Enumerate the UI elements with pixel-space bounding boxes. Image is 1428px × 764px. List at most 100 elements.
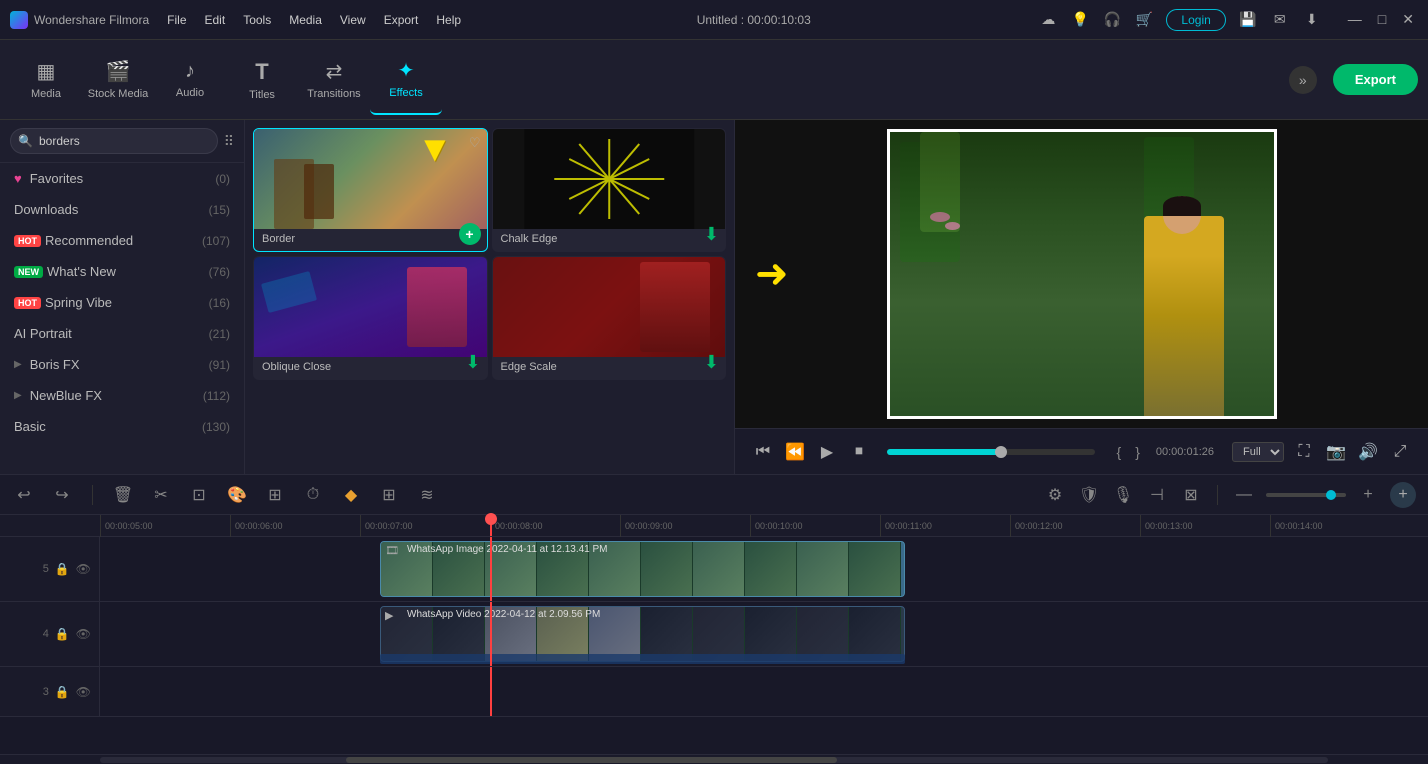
tool-transitions[interactable]: ⇄ Transitions [298, 45, 370, 115]
tool-effects[interactable]: ✦ Effects [370, 45, 442, 115]
in-point-icon[interactable]: { [1117, 444, 1122, 460]
skip-back-button[interactable]: ⏮ [751, 440, 775, 464]
timer-button[interactable]: ⏱ [301, 483, 325, 507]
effect-card-edge-scale[interactable]: Edge Scale ⬇ [492, 256, 727, 380]
overlay2-button[interactable]: ⊠ [1179, 483, 1203, 507]
shield-icon[interactable]: 🛡 [1077, 483, 1101, 507]
download-effect-button-oblique[interactable]: ⬇ [465, 352, 480, 373]
zoom-out-button[interactable]: — [1232, 483, 1256, 507]
menu-export[interactable]: Export [376, 9, 427, 31]
split-button[interactable]: ⊣ [1145, 483, 1169, 507]
effect-thumb-border [254, 129, 487, 229]
grid-view-icon[interactable]: ⠿ [224, 133, 234, 150]
keyframe-button[interactable]: ◆ [339, 483, 363, 507]
play-button[interactable]: ▶ [815, 440, 839, 464]
sidebar-item-newblue-fx[interactable]: ▶ NewBlue FX (112) [0, 380, 244, 411]
zoom-knob[interactable] [1326, 490, 1336, 500]
download-effect-button-chalk[interactable]: ⬇ [704, 224, 719, 245]
login-button[interactable]: Login [1166, 9, 1225, 31]
scrollbar-track[interactable] [100, 757, 1328, 763]
volume-icon[interactable]: 🔊 [1356, 440, 1380, 464]
headset-icon[interactable]: 🎧 [1102, 10, 1122, 30]
sidebar-item-favorites[interactable]: ♥ Favorites (0) [0, 163, 244, 194]
quality-select[interactable]: Full 1/2 1/4 [1232, 442, 1284, 462]
sidebar-item-basic[interactable]: Basic (130) [0, 411, 244, 442]
track-eye-5[interactable]: 👁 [76, 562, 91, 576]
track-eye-4[interactable]: 👁 [76, 627, 91, 641]
cart-icon[interactable]: 🛒 [1134, 10, 1154, 30]
zoom-in-button[interactable]: + [1356, 483, 1380, 507]
out-point-icon[interactable]: } [1135, 444, 1140, 460]
sidebar-item-spring-vibe[interactable]: HOT Spring Vibe (16) [0, 287, 244, 318]
tool-stock-media[interactable]: 🎬 Stock Media [82, 45, 154, 115]
menu-tools[interactable]: Tools [235, 9, 279, 31]
download-icon[interactable]: ⬇ [1302, 10, 1322, 30]
sidebar-item-whats-new[interactable]: NEW What's New (76) [0, 256, 244, 287]
track-eye-3[interactable]: 👁 [76, 685, 91, 699]
playback-progress[interactable] [887, 449, 1095, 455]
more-tools-button[interactable]: » [1289, 66, 1317, 94]
waveform-button[interactable]: ≋ [415, 483, 439, 507]
cloud-icon[interactable]: ☁ [1038, 10, 1058, 30]
effect-card-chalk-edge[interactable]: Chalk Edge ⬇ [492, 128, 727, 252]
snapshot-icon[interactable]: 📷 [1324, 440, 1348, 464]
add-effect-button-border[interactable]: + [459, 223, 481, 245]
menu-file[interactable]: File [159, 9, 194, 31]
sidebar-item-recommended[interactable]: HOT Recommended (107) [0, 225, 244, 256]
menu-view[interactable]: View [332, 9, 374, 31]
fullscreen-icon[interactable]: ⛶ [1292, 440, 1316, 464]
cut-button[interactable]: ✂ [149, 483, 173, 507]
add-track-button[interactable]: + [1390, 482, 1416, 508]
sidebar-item-downloads[interactable]: Downloads (15) [0, 194, 244, 225]
undo-button[interactable]: ↩ [12, 483, 36, 507]
expand-arrow-icon: ▶ [14, 390, 22, 401]
audio-mixer-button[interactable]: ⊞ [377, 483, 401, 507]
step-back-button[interactable]: ⏪ [783, 440, 807, 464]
sidebar-label: Recommended [45, 233, 133, 248]
download-effect-button-edge[interactable]: ⬇ [704, 352, 719, 373]
menu-media[interactable]: Media [281, 9, 330, 31]
scrollbar-thumb[interactable] [346, 757, 837, 763]
menu-help[interactable]: Help [428, 9, 469, 31]
track-row-4: 4 🔒 👁 ▶ WhatsApp Video 2022-04-12 at 2.0… [0, 602, 1428, 667]
track-lock-5[interactable]: 🔒 [55, 562, 70, 576]
stop-button[interactable]: ⏹ [847, 440, 871, 464]
minimize-button[interactable]: — [1344, 11, 1366, 28]
track-lock-4[interactable]: 🔒 [55, 627, 70, 641]
heart-overlay-icon[interactable]: ♡ [469, 135, 481, 151]
pip-icon[interactable]: ⤢ [1388, 440, 1412, 464]
redo-button[interactable]: ↪ [50, 483, 74, 507]
tool-effects-label: Effects [389, 87, 422, 99]
track-lock-3[interactable]: 🔒 [55, 685, 70, 699]
mic-icon[interactable]: 🎙 [1111, 483, 1135, 507]
scissors-icon: ✂ [391, 515, 404, 517]
mail-icon[interactable]: ✉ [1270, 10, 1290, 30]
zoom-slider[interactable] [1266, 493, 1346, 497]
timeline-scrollbar[interactable] [0, 754, 1428, 764]
overlay-button[interactable]: ⊞ [263, 483, 287, 507]
preview-right-controls: Full 1/2 1/4 ⛶ 📷 🔊 ⤢ [1232, 440, 1412, 464]
delete-button[interactable]: 🗑 [111, 483, 135, 507]
main-layout: 🔍 ⠿ ♥ Favorites (0) Downloads (15) HOT R… [0, 120, 1428, 474]
effect-card-border[interactable]: Border ♡ + [253, 128, 488, 252]
video-clip-5[interactable]: 🎞 WhatsApp Image 2022-04-11 at 12.13.41 … [380, 541, 905, 597]
track-playhead [490, 537, 492, 601]
export-button[interactable]: Export [1333, 64, 1418, 95]
save-icon[interactable]: 💾 [1238, 10, 1258, 30]
bulb-icon[interactable]: 💡 [1070, 10, 1090, 30]
color-button[interactable]: 🎨 [225, 483, 249, 507]
project-title: Untitled : 00:00:10:03 [469, 13, 1038, 27]
tool-media[interactable]: ▦ Media [10, 45, 82, 115]
search-input[interactable] [10, 128, 218, 154]
close-button[interactable]: ✕ [1398, 11, 1418, 28]
sidebar-item-ai-portrait[interactable]: AI Portrait (21) [0, 318, 244, 349]
progress-knob[interactable] [995, 446, 1007, 458]
settings-sun-icon[interactable]: ⚙ [1043, 483, 1067, 507]
menu-edit[interactable]: Edit [197, 9, 234, 31]
maximize-button[interactable]: □ [1374, 11, 1390, 28]
tool-titles[interactable]: T Titles [226, 45, 298, 115]
crop-button[interactable]: ⊡ [187, 483, 211, 507]
effect-card-oblique-close[interactable]: Oblique Close ⬇ [253, 256, 488, 380]
sidebar-item-boris-fx[interactable]: ▶ Boris FX (91) [0, 349, 244, 380]
tool-audio[interactable]: ♪ Audio [154, 45, 226, 115]
